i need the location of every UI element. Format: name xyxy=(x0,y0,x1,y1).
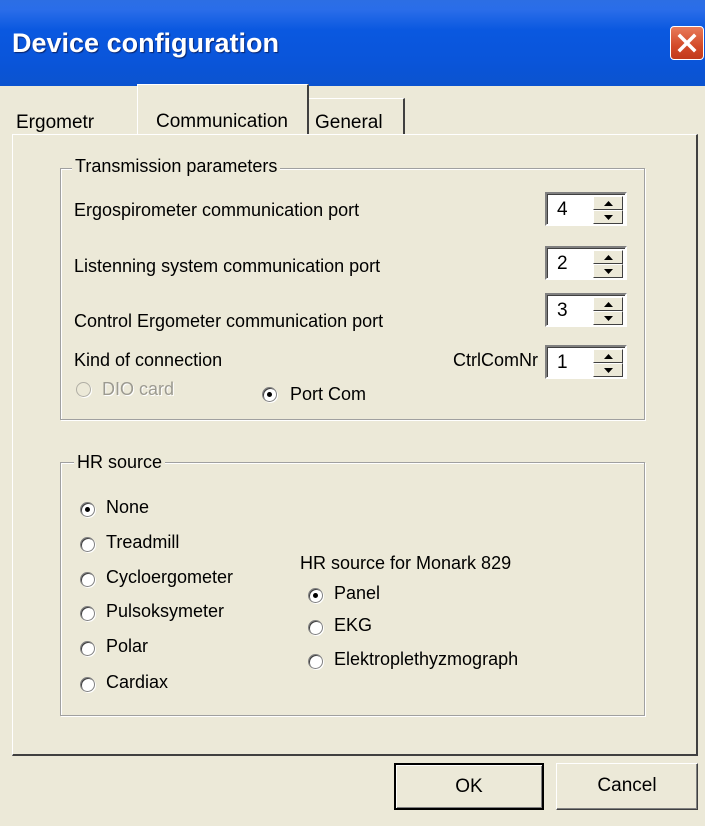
spin-buttons xyxy=(593,297,623,325)
spin-up-button[interactable] xyxy=(593,297,623,311)
spin-down-button[interactable] xyxy=(593,210,623,224)
arrow-up-icon xyxy=(604,302,613,307)
hr-cardiax-label: Cardiax xyxy=(106,672,169,692)
ergospirometer-port-value[interactable]: 4 xyxy=(557,199,568,221)
spin-buttons xyxy=(593,250,623,278)
port-com-radio[interactable] xyxy=(262,387,277,402)
spin-down-button[interactable] xyxy=(593,363,623,377)
arrow-up-icon xyxy=(604,354,613,359)
control-ergometer-port-spin[interactable]: 3 xyxy=(545,293,627,327)
hr-none-radio[interactable] xyxy=(80,502,95,517)
hr-pulsoksymeter-label: Pulsoksymeter xyxy=(106,601,225,621)
spin-buttons xyxy=(593,349,623,377)
arrow-up-icon xyxy=(604,255,613,260)
monark-panel-label: Panel xyxy=(334,583,381,603)
kind-of-connection-label: Kind of connection xyxy=(74,350,223,370)
spin-buttons xyxy=(593,196,623,224)
monark-ekg-label: EKG xyxy=(334,615,373,635)
monark-panel-radio[interactable] xyxy=(308,588,323,603)
listening-port-label: Listenning system communication port xyxy=(74,256,381,276)
dio-card-radio[interactable] xyxy=(76,382,91,397)
listening-port-spin[interactable]: 2 xyxy=(545,246,627,280)
hr-none-label: None xyxy=(106,497,150,517)
ergospirometer-port-spin[interactable]: 4 xyxy=(545,192,627,226)
ctrl-com-nr-spin[interactable]: 1 xyxy=(545,345,627,379)
monark-elektroplethyzmograph-label: Elektroplethyzmograph xyxy=(334,649,519,669)
tab-label: Ergometr xyxy=(16,112,95,133)
spin-down-button[interactable] xyxy=(593,311,623,325)
hr-pulsoksymeter-radio[interactable] xyxy=(80,606,95,621)
ok-button[interactable]: OK xyxy=(394,763,544,810)
control-ergometer-port-label: Control Ergometer communication port xyxy=(74,311,384,331)
ok-button-label: OK xyxy=(455,776,483,797)
hr-polar-radio[interactable] xyxy=(80,641,95,656)
hr-source-legend: HR source xyxy=(74,452,166,473)
spin-up-button[interactable] xyxy=(593,349,623,363)
hr-cycloergometer-label: Cycloergometer xyxy=(106,567,234,587)
transmission-parameters-legend: Transmission parameters xyxy=(72,156,281,177)
ergospirometer-port-label: Ergospirometer communication port xyxy=(74,200,360,220)
port-com-label: Port Com xyxy=(290,384,367,404)
hr-cardiax-radio[interactable] xyxy=(80,677,95,692)
title-bar[interactable]: Device configuration xyxy=(0,0,705,86)
arrow-down-icon xyxy=(604,316,613,321)
close-button[interactable] xyxy=(670,26,704,60)
arrow-up-icon xyxy=(604,201,613,206)
monark-ekg-radio[interactable] xyxy=(308,620,323,635)
arrow-down-icon xyxy=(604,269,613,274)
spin-down-button[interactable] xyxy=(593,264,623,278)
arrow-down-icon xyxy=(604,215,613,220)
arrow-down-icon xyxy=(604,368,613,373)
monark-source-label: HR source for Monark 829 xyxy=(300,553,512,573)
control-ergometer-port-value[interactable]: 3 xyxy=(557,300,568,322)
spin-up-button[interactable] xyxy=(593,196,623,210)
hr-cycloergometer-radio[interactable] xyxy=(80,572,95,587)
window-title: Device configuration xyxy=(12,28,280,58)
tab-communication[interactable]: Communication xyxy=(137,84,309,134)
cancel-button[interactable]: Cancel xyxy=(556,763,698,810)
hr-treadmill-radio[interactable] xyxy=(80,537,95,552)
ctrl-com-nr-value[interactable]: 1 xyxy=(557,352,568,374)
tab-label: General xyxy=(315,112,383,133)
tab-ergometr[interactable]: Ergometr xyxy=(16,112,94,134)
tab-label: Communication xyxy=(156,111,288,132)
listening-port-value[interactable]: 2 xyxy=(557,253,568,275)
monark-elektroplethyzmograph-radio[interactable] xyxy=(308,654,323,669)
tab-general[interactable]: General xyxy=(309,98,405,134)
hr-treadmill-label: Treadmill xyxy=(106,532,180,552)
ctrl-com-nr-label: CtrlComNr xyxy=(453,350,538,370)
dio-card-label: DIO card xyxy=(102,379,175,399)
hr-polar-label: Polar xyxy=(106,636,149,656)
spin-up-button[interactable] xyxy=(593,250,623,264)
cancel-button-label: Cancel xyxy=(597,775,657,796)
